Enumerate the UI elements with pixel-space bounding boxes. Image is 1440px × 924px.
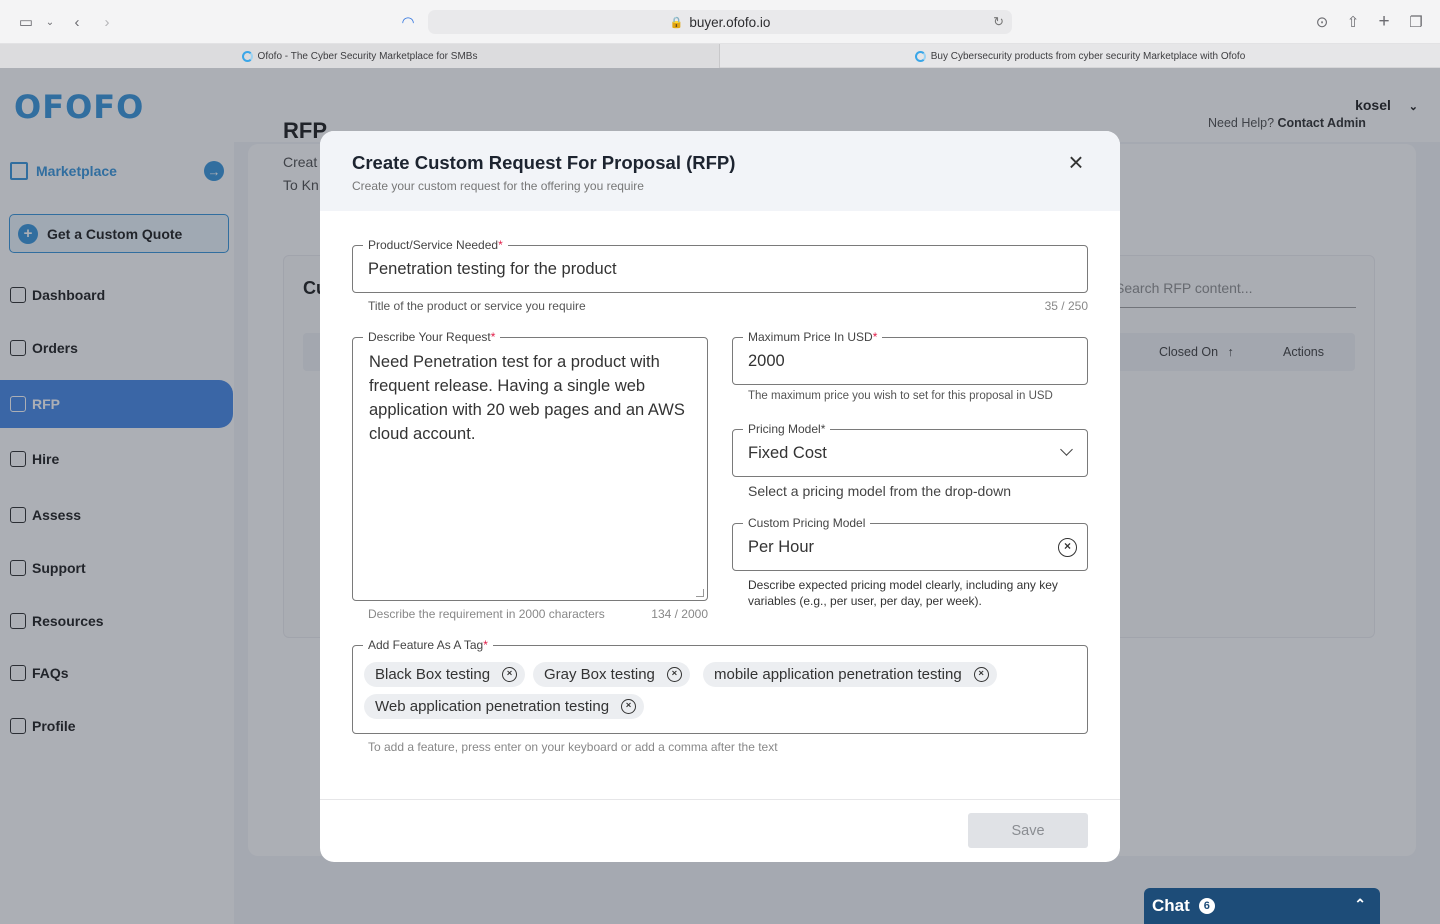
product-service-field[interactable]: Product/Service Needed* Penetration test…: [352, 238, 1088, 293]
download-icon[interactable]: ⊙: [1312, 12, 1332, 32]
remove-tag-icon[interactable]: ×: [502, 667, 518, 682]
save-button[interactable]: Save: [968, 813, 1088, 848]
close-icon[interactable]: ×: [1064, 149, 1088, 175]
share-icon[interactable]: ⇧: [1343, 12, 1363, 32]
tab-ofofo-marketplace[interactable]: Buy Cybersecurity products from cyber se…: [720, 44, 1440, 68]
label-text: Add Feature As A Tag: [368, 638, 484, 652]
back-icon[interactable]: ‹: [67, 12, 87, 32]
lock-icon: 🔒: [669, 16, 684, 29]
tag-label: Black Box testing: [375, 666, 491, 683]
tag-label: Gray Box testing: [544, 666, 655, 683]
tab-title: Ofofo - The Cyber Security Marketplace f…: [257, 50, 478, 62]
field-label: Custom Pricing Model: [743, 516, 871, 530]
tabs-overview-icon[interactable]: ❐: [1406, 12, 1426, 32]
description-value: Need Penetration test for a product with…: [369, 353, 685, 443]
browser-toolbar: ▭ ⌄ ‹ › ◠ 🔒 buyer.ofofo.io ↻ ⊙ ⇧ + ❐: [0, 0, 1440, 44]
field-label: Product/Service Needed*: [363, 238, 508, 252]
field-label: Describe Your Request*: [363, 330, 501, 344]
forward-icon[interactable]: ›: [97, 12, 117, 32]
new-tab-icon[interactable]: +: [1374, 11, 1394, 32]
remove-tag-icon[interactable]: ×: [973, 667, 989, 682]
modal-subtitle: Create your custom request for the offer…: [352, 179, 644, 193]
description-counter: 134 / 2000: [651, 607, 708, 621]
feature-tags-field[interactable]: Add Feature As A Tag* Black Box testing ×…: [352, 638, 1088, 734]
remove-tag-icon[interactable]: ×: [666, 667, 682, 682]
remove-tag-icon[interactable]: ×: [621, 699, 637, 714]
label-text: Describe Your Request: [368, 330, 491, 344]
modal-header: Create Custom Request For Proposal (RFP)…: [320, 131, 1120, 211]
chat-label: Chat: [1152, 896, 1190, 915]
tag-chip: mobile application penetration testing ×: [703, 662, 997, 687]
product-service-value: Penetration testing for the product: [368, 260, 617, 278]
custom-pricing-model-field[interactable]: Custom Pricing Model Per Hour ×: [732, 516, 1088, 571]
tab-strip: Ofofo - The Cyber Security Marketplace f…: [0, 44, 1440, 68]
description-helper: Describe the requirement in 2000 charact…: [368, 607, 605, 621]
field-label: Maximum Price In USD*: [743, 330, 883, 344]
max-price-value: 2000: [748, 352, 785, 370]
resize-handle[interactable]: [696, 589, 704, 597]
modal-title: Create Custom Request For Proposal (RFP): [352, 152, 736, 173]
chevron-down-icon: [1060, 443, 1073, 456]
max-price-helper: The maximum price you wish to set for th…: [748, 390, 1053, 402]
chat-count-badge: 6: [1198, 898, 1215, 914]
sidebar-toggle-icon[interactable]: ▭: [16, 12, 36, 32]
create-rfp-modal: Create Custom Request For Proposal (RFP)…: [320, 131, 1120, 862]
describe-request-textarea[interactable]: Describe Your Request* Need Penetration …: [352, 330, 708, 601]
site-shield-icon: ◠: [401, 14, 415, 31]
tab-title: Buy Cybersecurity products from cyber se…: [930, 50, 1246, 62]
tag-chip: Web application penetration testing ×: [364, 694, 645, 719]
clear-icon[interactable]: ×: [1058, 538, 1077, 557]
url-text: buyer.ofofo.io: [689, 14, 771, 30]
pricing-model-value: Fixed Cost: [748, 444, 827, 462]
tags-helper: To add a feature, press enter on your ke…: [368, 740, 778, 754]
pricing-model-select[interactable]: Pricing Model* Fixed Cost: [732, 422, 1088, 477]
ofofo-favicon-icon: [241, 50, 253, 62]
pricing-model-helper: Select a pricing model from the drop-dow…: [748, 483, 1012, 499]
tag-label: mobile application penetration testing: [714, 666, 962, 683]
chat-widget[interactable]: Chat 6 ⌃: [1144, 888, 1380, 924]
label-text: Maximum Price In USD: [748, 330, 873, 344]
address-bar[interactable]: 🔒 buyer.ofofo.io ↻: [428, 10, 1012, 34]
product-helper: Title of the product or service you requ…: [368, 299, 586, 313]
chevron-down-icon[interactable]: ⌄: [40, 12, 60, 32]
modal-footer-divider: [320, 799, 1120, 800]
custom-pricing-helper: Describe expected pricing model clearly,…: [748, 578, 1058, 608]
tag-chip: Gray Box testing ×: [533, 662, 690, 687]
tag-chip: Black Box testing ×: [364, 662, 526, 687]
field-label: Add Feature As A Tag*: [363, 638, 493, 652]
tab-ofofo-smb[interactable]: Ofofo - The Cyber Security Marketplace f…: [0, 44, 720, 68]
product-counter: 35 / 250: [1044, 299, 1088, 313]
reload-icon[interactable]: ↻: [993, 14, 1004, 30]
tag-label: Web application penetration testing: [375, 698, 610, 715]
ofofo-favicon-icon: [914, 50, 926, 62]
field-label: Pricing Model*: [743, 422, 831, 436]
max-price-field[interactable]: Maximum Price In USD* 2000: [732, 330, 1088, 385]
label-text: Product/Service Needed: [368, 238, 499, 252]
custom-pricing-value: Per Hour: [748, 538, 815, 556]
chevron-up-icon[interactable]: ⌃: [1354, 896, 1366, 913]
